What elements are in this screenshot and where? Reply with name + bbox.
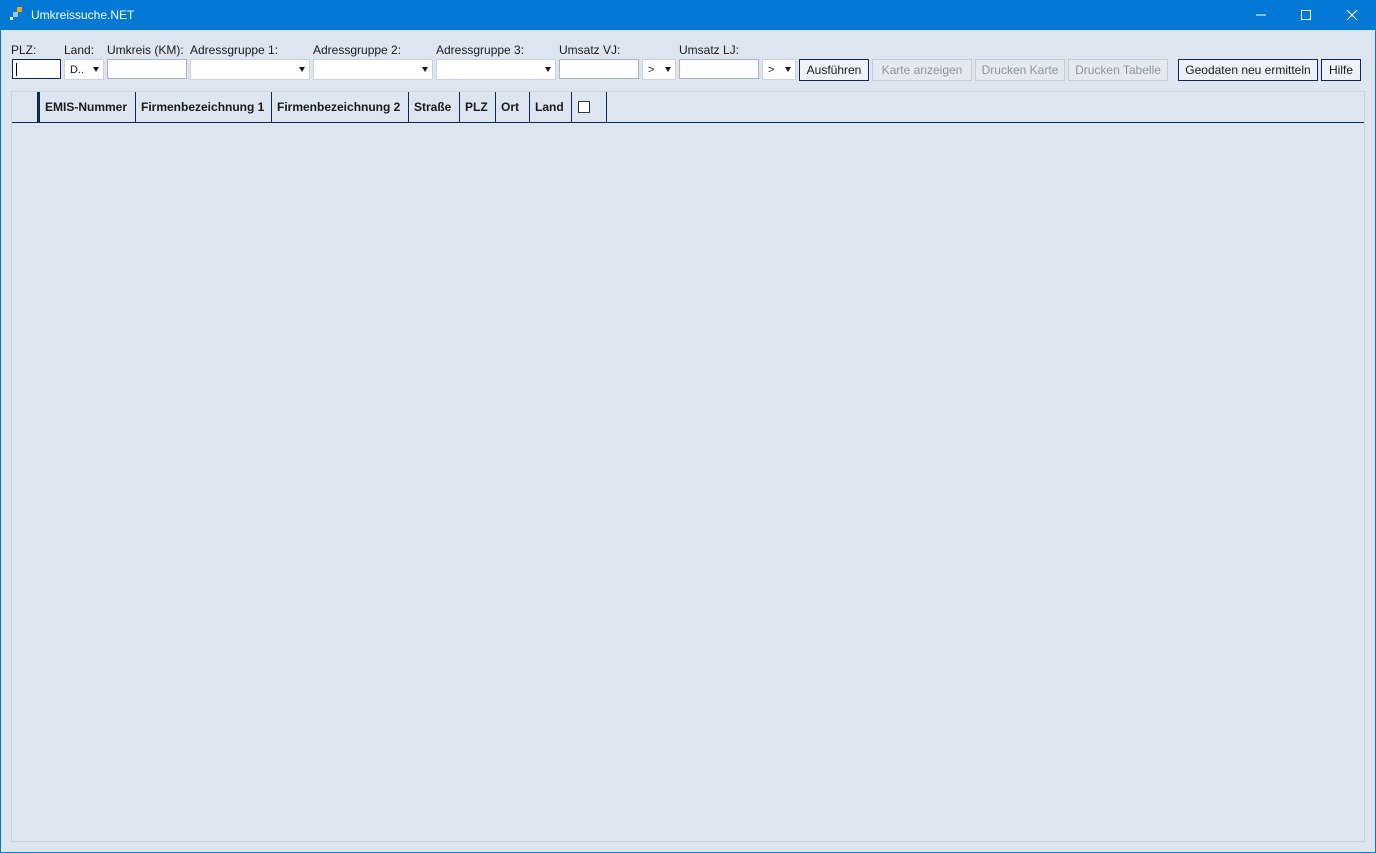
adressgruppe2-select[interactable] xyxy=(313,59,433,80)
umsatz-lj-operator-value: > xyxy=(768,64,775,76)
title-bar[interactable]: Umkreissuche.NET xyxy=(0,0,1376,30)
app-icon xyxy=(10,7,22,20)
plz-label: PLZ: xyxy=(11,43,37,57)
column-header-land[interactable]: Land xyxy=(530,92,572,122)
ausfuehren-button[interactable]: Ausführen xyxy=(799,59,869,81)
umsatz-lj-input[interactable] xyxy=(679,59,759,79)
umsatz-vj-label: Umsatz VJ: xyxy=(559,43,621,57)
select-all-checkbox[interactable] xyxy=(578,101,590,113)
plz-input[interactable] xyxy=(12,59,61,79)
client-area: PLZ: Land: Umkreis (KM): Adressgruppe 1:… xyxy=(1,30,1375,852)
adressgruppe1-label: Adressgruppe 1: xyxy=(190,43,279,57)
minimize-icon xyxy=(1256,14,1266,16)
chevron-down-icon xyxy=(299,67,305,72)
grid-header: EMIS-Nummer Firmenbezeichnung 1 Firmenbe… xyxy=(12,92,1364,123)
close-icon xyxy=(1347,10,1357,20)
app-window: Umkreissuche.NET PLZ: Land: Umkreis (KM)… xyxy=(0,0,1376,853)
column-header-firmenbezeichnung-1[interactable]: Firmenbezeichnung 1 xyxy=(136,92,272,122)
umsatz-lj-label: Umsatz LJ: xyxy=(679,43,740,57)
text-caret xyxy=(16,63,17,76)
chevron-down-icon xyxy=(665,67,671,72)
column-header-strasse[interactable]: Straße xyxy=(409,92,460,122)
minimize-button[interactable] xyxy=(1238,0,1284,30)
chevron-down-icon xyxy=(785,67,791,72)
adressgruppe3-label: Adressgruppe 3: xyxy=(436,43,525,57)
adressgruppe2-label: Adressgruppe 2: xyxy=(313,43,402,57)
land-label: Land: xyxy=(64,43,95,57)
karte-anzeigen-button[interactable]: Karte anzeigen xyxy=(872,59,972,81)
umkreis-input[interactable] xyxy=(107,59,187,79)
close-button[interactable] xyxy=(1329,0,1375,30)
adressgruppe1-select[interactable] xyxy=(190,59,310,80)
maximize-button[interactable] xyxy=(1283,0,1329,30)
chevron-down-icon xyxy=(545,67,551,72)
drucken-karte-button[interactable]: Drucken Karte xyxy=(975,59,1065,81)
drucken-tabelle-button[interactable]: Drucken Tabelle xyxy=(1068,59,1168,81)
land-select[interactable]: D.. xyxy=(64,59,104,80)
chevron-down-icon xyxy=(422,67,428,72)
umsatz-vj-operator-value: > xyxy=(648,64,655,76)
window-title: Umkreissuche.NET xyxy=(31,8,135,22)
column-header-emis-nummer[interactable]: EMIS-Nummer xyxy=(40,92,136,122)
hilfe-button[interactable]: Hilfe xyxy=(1321,59,1361,81)
column-header-firmenbezeichnung-2[interactable]: Firmenbezeichnung 2 xyxy=(272,92,409,122)
umkreis-label: Umkreis (KM): xyxy=(107,43,184,57)
adressgruppe3-select[interactable] xyxy=(436,59,556,80)
geodaten-neu-ermitteln-button[interactable]: Geodaten neu ermitteln xyxy=(1178,59,1318,81)
chevron-down-icon xyxy=(93,67,99,72)
umsatz-vj-operator-select[interactable]: > xyxy=(642,59,676,80)
land-select-value: D.. xyxy=(70,64,85,76)
column-header-ort[interactable]: Ort xyxy=(496,92,530,122)
results-grid[interactable]: EMIS-Nummer Firmenbezeichnung 1 Firmenbe… xyxy=(11,91,1365,842)
column-header-plz[interactable]: PLZ xyxy=(460,92,496,122)
umsatz-vj-input[interactable] xyxy=(559,59,639,79)
column-header-select-all[interactable] xyxy=(572,92,607,122)
maximize-icon xyxy=(1301,10,1311,20)
umsatz-lj-operator-select[interactable]: > xyxy=(762,59,796,80)
